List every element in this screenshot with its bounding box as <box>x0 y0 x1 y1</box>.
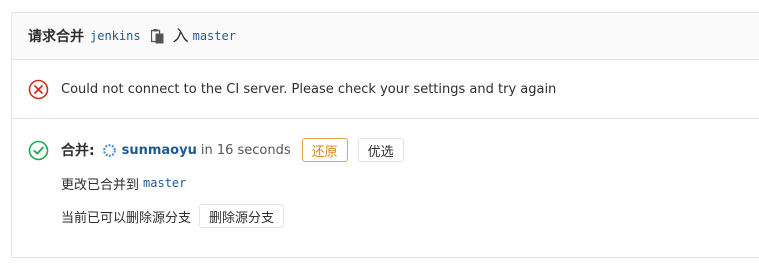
merged-into-text: 更改已合并到 <box>61 177 140 193</box>
x-circle-icon <box>28 79 49 100</box>
clipboard-icon[interactable] <box>151 28 165 44</box>
source-branch-link[interactable]: jenkins <box>90 29 141 43</box>
ci-error-message: Could not connect to the CI server. Plea… <box>61 81 557 97</box>
merge-into-arrow: 入 <box>172 26 189 45</box>
header-title: 请求合并 <box>28 29 84 45</box>
merged-into-branch-link[interactable]: master <box>143 176 186 190</box>
merge-request-widget: 请求合并 jenkins 入 master Could not connect … <box>11 12 759 258</box>
merged-section: 合并: sunmaoyu in 16 seconds 还原 优选 更改已合并到 … <box>12 119 759 229</box>
merged-time: in 16 seconds <box>200 142 291 158</box>
merged-status-line: 合并: sunmaoyu in 16 seconds 还原 优选 <box>28 137 759 163</box>
target-branch-link[interactable]: master <box>193 29 236 43</box>
cherry-pick-button[interactable]: 优选 <box>357 138 404 162</box>
widget-header: 请求合并 jenkins 入 master <box>12 13 759 60</box>
remove-source-branch-button[interactable]: 删除源分支 <box>199 204 285 228</box>
avatar[interactable] <box>102 143 116 157</box>
merged-by-user[interactable]: sunmaoyu <box>122 143 197 158</box>
ci-status-row: Could not connect to the CI server. Plea… <box>12 60 759 119</box>
merged-into-line: 更改已合并到 master <box>61 173 759 193</box>
revert-button[interactable]: 还原 <box>301 138 348 162</box>
remove-branch-text: 当前已可以删除源分支 <box>61 210 192 226</box>
merged-label: 合并: <box>61 143 95 159</box>
remove-branch-line: 当前已可以删除源分支 删除源分支 <box>61 203 759 229</box>
check-circle-icon <box>28 140 49 161</box>
